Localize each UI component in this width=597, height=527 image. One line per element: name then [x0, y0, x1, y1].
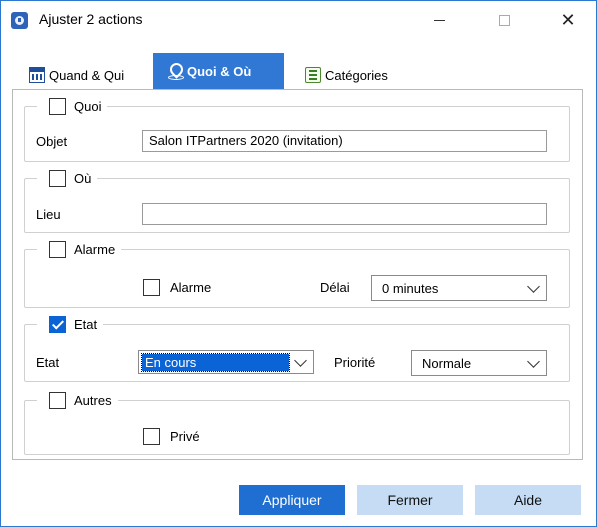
- group-ou-title: Où: [74, 170, 92, 186]
- quoi-group-checkbox[interactable]: [49, 97, 66, 115]
- delai-label: Délai: [320, 280, 350, 295]
- etat-value: En cours: [141, 352, 290, 372]
- tab-strip: Quand & Qui Quoi & Où Catégories: [1, 53, 596, 89]
- alarme-group-checkbox[interactable]: [49, 240, 66, 258]
- group-alarme-header: Alarme: [37, 239, 122, 259]
- group-autres-header: Autres: [37, 390, 118, 410]
- objet-input[interactable]: Salon ITPartners 2020 (invitation): [142, 130, 547, 152]
- group-quoi-title: Quoi: [74, 98, 102, 114]
- close-icon: ✕: [560, 9, 576, 30]
- calendar-icon: [29, 67, 45, 83]
- etat-label: Etat: [36, 355, 60, 370]
- group-etat-title: Etat: [74, 316, 98, 332]
- maximize-button[interactable]: [481, 1, 527, 39]
- tab-panel-quoi-ou: Quoi Objet Salon ITPartners 2020 (invita…: [12, 89, 583, 460]
- tab-quoi-ou[interactable]: Quoi & Où: [153, 53, 284, 89]
- etat-group-checkbox[interactable]: [49, 315, 66, 333]
- minimize-button[interactable]: [416, 1, 462, 39]
- delai-value: 0 minutes: [382, 280, 439, 296]
- etat-select[interactable]: En cours: [138, 350, 314, 374]
- close-dialog-button[interactable]: Fermer: [357, 485, 463, 515]
- app-icon: [11, 12, 28, 29]
- prive-label: Privé: [170, 429, 200, 444]
- group-etat-header: Etat: [37, 314, 104, 334]
- tab-label: Catégories: [325, 67, 388, 83]
- close-button[interactable]: ✕: [545, 1, 591, 39]
- alarme-checkbox[interactable]: [143, 279, 160, 296]
- maximize-icon: [498, 14, 510, 26]
- tab-quand-qui[interactable]: Quand & Qui: [23, 61, 130, 89]
- minimize-icon: [433, 19, 445, 21]
- group-autres-title: Autres: [74, 392, 112, 408]
- map-pin-icon: [167, 63, 184, 80]
- priorite-select[interactable]: Normale: [411, 350, 547, 376]
- lieu-input[interactable]: [142, 203, 547, 225]
- priorite-label: Priorité: [334, 355, 376, 370]
- group-ou: Où Lieu: [24, 168, 570, 233]
- group-ou-header: Où: [37, 168, 98, 188]
- objet-label: Objet: [36, 134, 68, 149]
- autres-group-checkbox[interactable]: [49, 391, 66, 409]
- help-button[interactable]: Aide: [475, 485, 581, 515]
- chevron-down-icon: [527, 280, 540, 293]
- ou-group-checkbox[interactable]: [49, 169, 66, 187]
- delai-select[interactable]: 0 minutes: [371, 275, 547, 301]
- chevron-down-icon: [527, 355, 540, 368]
- prive-checkbox[interactable]: [143, 428, 160, 445]
- group-autres: Autres Privé: [24, 390, 570, 455]
- title-bar[interactable]: Ajuster 2 actions ✕: [1, 1, 596, 39]
- tab-categories[interactable]: Catégories: [299, 61, 394, 89]
- lieu-label: Lieu: [36, 207, 61, 222]
- prive-check-row[interactable]: Privé: [143, 428, 200, 445]
- tab-label: Quoi & Où: [187, 63, 252, 79]
- group-quoi: Quoi Objet Salon ITPartners 2020 (invita…: [24, 96, 570, 162]
- group-quoi-header: Quoi: [37, 96, 108, 116]
- priorite-value: Normale: [422, 355, 472, 371]
- alarme-check-row[interactable]: Alarme: [143, 279, 211, 296]
- chevron-down-icon: [294, 354, 307, 367]
- window-title: Ajuster 2 actions: [39, 11, 143, 27]
- tag-icon: [305, 67, 321, 83]
- dialog-window: Ajuster 2 actions ✕ Quand & Qui Quoi & O…: [0, 0, 597, 527]
- apply-button[interactable]: Appliquer: [239, 485, 345, 515]
- group-etat: Etat Etat En cours Priorité Normale: [24, 314, 570, 382]
- tab-label: Quand & Qui: [49, 67, 125, 83]
- group-alarme-title: Alarme: [74, 241, 116, 257]
- group-alarme: Alarme Alarme Délai 0 minutes: [24, 239, 570, 308]
- alarme-check-label: Alarme: [170, 280, 212, 295]
